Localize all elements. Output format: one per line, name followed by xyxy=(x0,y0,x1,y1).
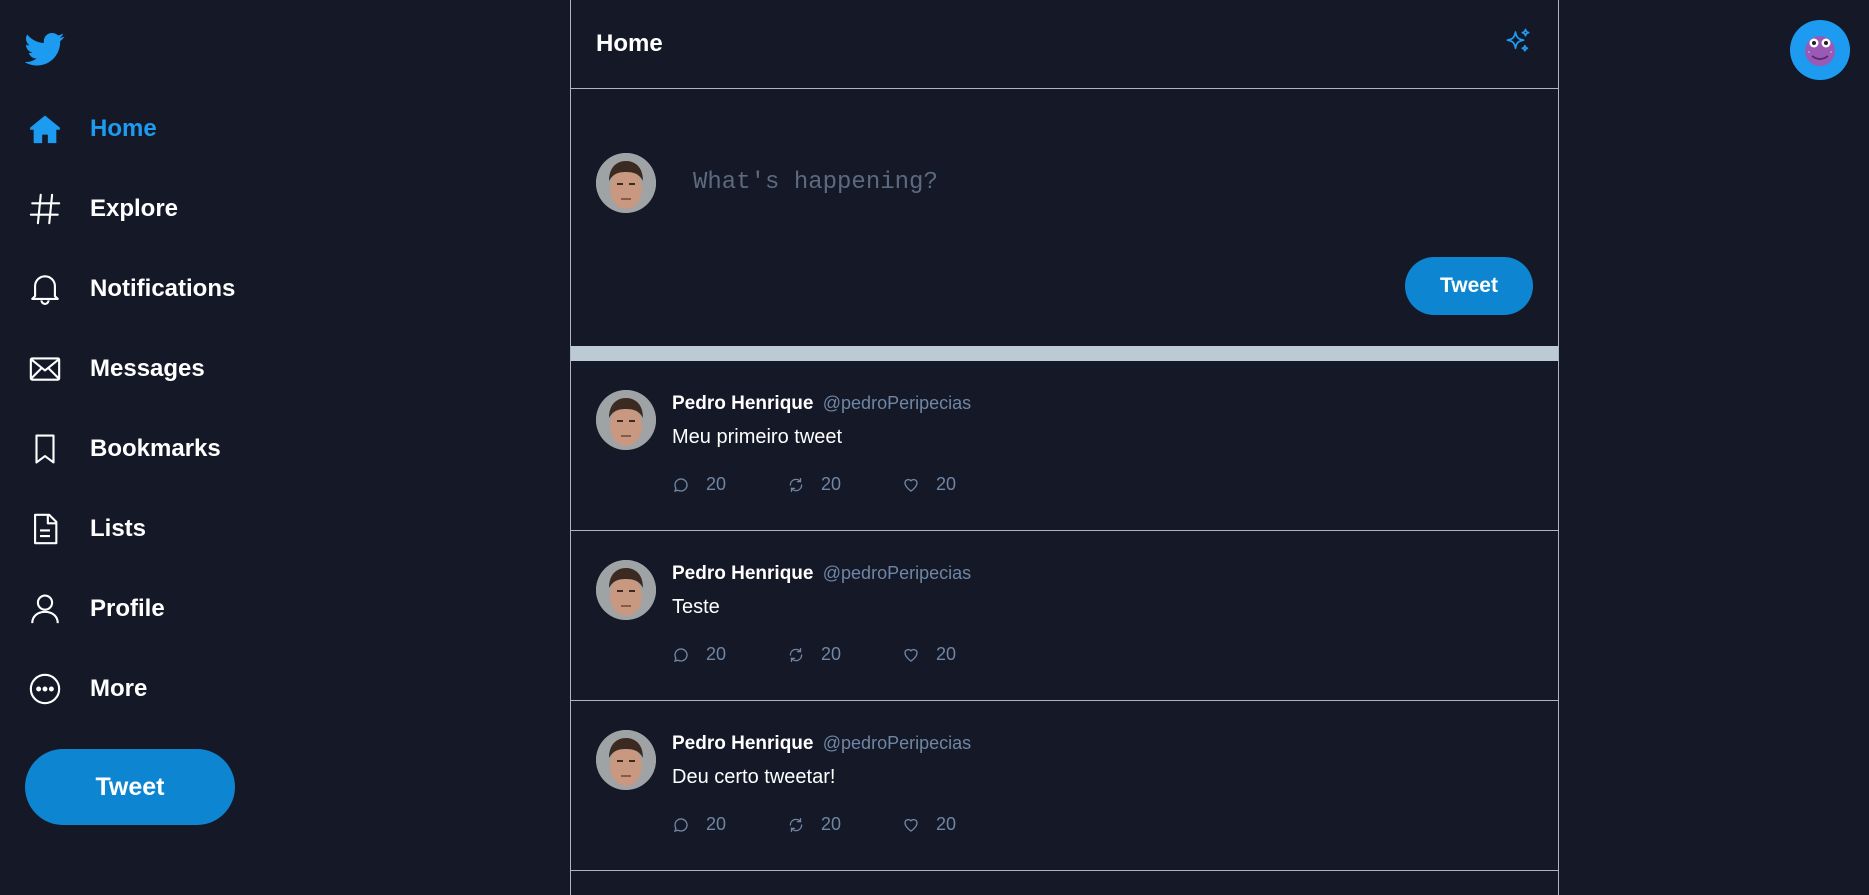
like-count: 20 xyxy=(936,644,957,664)
more-icon xyxy=(25,669,65,709)
tweet-header: Pedro Henrique @pedroPeripecias xyxy=(672,563,971,585)
sidebar-item-label: Bookmarks xyxy=(90,435,221,462)
sparkle-icon[interactable] xyxy=(1503,27,1533,62)
retweet-icon xyxy=(789,477,803,492)
sidebar-item-messages[interactable]: Messages xyxy=(25,345,205,393)
sidebar-item-label: Explore xyxy=(90,195,179,222)
tweet-item[interactable]: Pedro Henrique @pedroPeripecias Deu cert… xyxy=(571,701,1558,871)
reply-button[interactable]: 20 xyxy=(672,814,787,835)
sidebar-item-label: Messages xyxy=(90,355,205,382)
sidebar-item-notifications[interactable]: Notifications xyxy=(25,265,235,313)
tweet-item[interactable]: Pedro Henrique @pedroPeripecias Meu prim… xyxy=(571,361,1558,531)
like-count: 20 xyxy=(936,474,957,494)
sidebar-item-label: More xyxy=(90,675,148,702)
retweet-count: 20 xyxy=(821,814,842,834)
compose-input[interactable] xyxy=(691,161,1475,203)
retweet-count: 20 xyxy=(821,644,842,664)
tweet-text: Deu certo tweetar! xyxy=(672,766,836,788)
sidebar-item-profile[interactable]: Profile xyxy=(25,585,165,633)
avatar[interactable] xyxy=(596,390,656,450)
sidebar-item-label: Notifications xyxy=(90,275,236,302)
reply-icon xyxy=(673,817,688,832)
user-icon xyxy=(25,589,65,629)
heart-icon xyxy=(904,478,918,492)
tweet-header: Pedro Henrique @pedroPeripecias xyxy=(672,393,971,415)
bell-icon xyxy=(25,269,65,309)
reply-icon xyxy=(673,477,688,492)
list-icon xyxy=(25,509,65,549)
tweet-author-handle[interactable]: @pedroPeripecias xyxy=(823,393,971,413)
tweet-author-handle[interactable]: @pedroPeripecias xyxy=(823,563,971,583)
tweet-text: Teste xyxy=(672,596,720,618)
avatar[interactable] xyxy=(596,560,656,620)
reply-icon xyxy=(673,647,688,662)
tweet-item[interactable]: Pedro Henrique @pedroPeripecias Teste 20… xyxy=(571,531,1558,701)
home-icon xyxy=(25,109,65,149)
tweet-author-name[interactable]: Pedro Henrique xyxy=(672,393,813,414)
tweet-actions: 20 20 20 xyxy=(672,644,1017,665)
sidebar-item-bookmarks[interactable]: Bookmarks xyxy=(25,425,221,473)
tweet-author-handle[interactable]: @pedroPeripecias xyxy=(823,733,971,753)
main-timeline: Home Tweet Pedro Henrique @pedroPeripeci… xyxy=(570,0,1559,895)
reply-button[interactable]: 20 xyxy=(672,644,787,665)
compose-tweet-button[interactable]: Tweet xyxy=(1405,257,1533,315)
retweet-button[interactable]: 20 xyxy=(787,474,902,495)
sidebar-item-home[interactable]: Home xyxy=(25,105,157,153)
retweet-button[interactable]: 20 xyxy=(787,644,902,665)
sidebar-item-label: Profile xyxy=(90,595,165,622)
reply-count: 20 xyxy=(706,474,727,494)
heart-icon xyxy=(904,648,918,662)
cookie-monster-icon xyxy=(1805,36,1835,66)
envelope-icon xyxy=(25,349,65,389)
tweet-header: Pedro Henrique @pedroPeripecias xyxy=(672,733,971,755)
avatar[interactable] xyxy=(596,730,656,790)
tweet-actions: 20 20 20 xyxy=(672,474,1017,495)
retweet-icon xyxy=(789,817,803,832)
retweet-button[interactable]: 20 xyxy=(787,814,902,835)
reply-count: 20 xyxy=(706,814,727,834)
tweet-author-name[interactable]: Pedro Henrique xyxy=(672,563,813,584)
tweet-actions: 20 20 20 xyxy=(672,814,1017,835)
like-button[interactable]: 20 xyxy=(902,644,1017,665)
heart-icon xyxy=(904,818,918,832)
hash-icon xyxy=(25,189,65,229)
sidebar-item-explore[interactable]: Explore xyxy=(25,185,178,233)
retweet-icon xyxy=(789,647,803,662)
section-divider xyxy=(571,346,1558,361)
sidebar-item-lists[interactable]: Lists xyxy=(25,505,146,553)
sidebar-item-more[interactable]: More xyxy=(25,665,147,713)
tweet-text: Meu primeiro tweet xyxy=(672,426,843,448)
page-title: Home xyxy=(596,30,663,57)
sidebar-item-label: Lists xyxy=(90,515,147,542)
like-count: 20 xyxy=(936,814,957,834)
like-button[interactable]: 20 xyxy=(902,474,1017,495)
like-button[interactable]: 20 xyxy=(902,814,1017,835)
timeline-header: Home xyxy=(571,0,1558,89)
account-avatar-button[interactable] xyxy=(1790,20,1850,80)
reply-button[interactable]: 20 xyxy=(672,474,787,495)
retweet-count: 20 xyxy=(821,474,842,494)
bookmark-icon xyxy=(25,429,65,469)
avatar[interactable] xyxy=(596,153,656,213)
tweet-author-name[interactable]: Pedro Henrique xyxy=(672,733,813,754)
sidebar-tweet-button[interactable]: Tweet xyxy=(25,749,235,825)
tweet-composer: Tweet xyxy=(571,89,1558,346)
sidebar: Home Explore Notifications Messages Book… xyxy=(0,0,571,895)
sidebar-item-label: Home xyxy=(90,115,157,142)
twitter-bird-icon[interactable] xyxy=(24,29,65,69)
reply-count: 20 xyxy=(706,644,727,664)
